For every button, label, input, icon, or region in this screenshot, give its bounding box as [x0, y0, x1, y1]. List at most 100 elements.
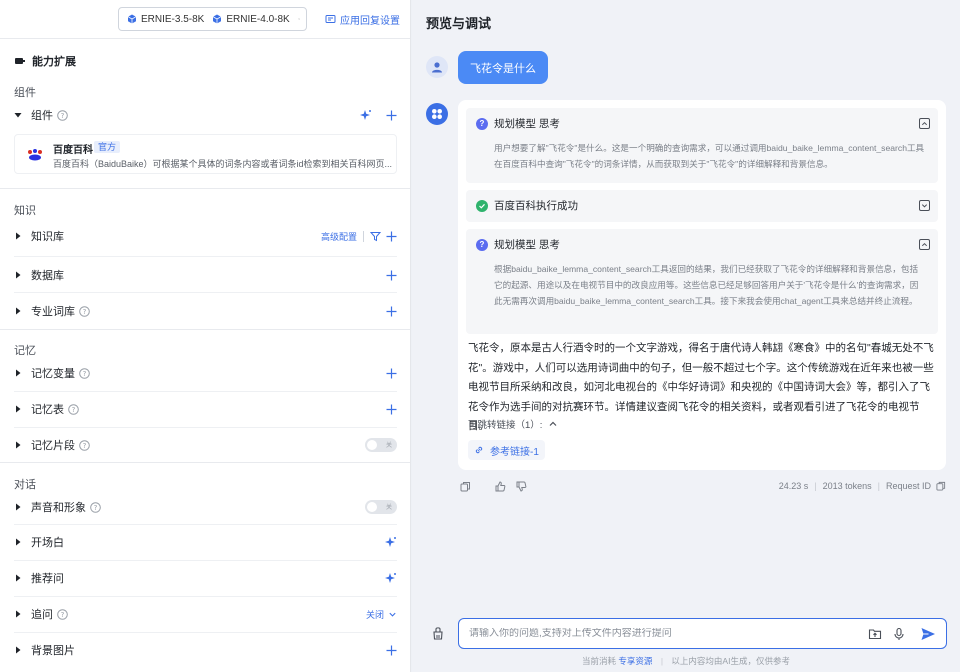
caret-right-icon — [16, 307, 21, 315]
row-memory-snippets[interactable]: 记忆片段 ? 关 — [14, 435, 397, 455]
reference-link-label: 参考链接-1 — [490, 446, 539, 458]
help-icon[interactable]: ? — [57, 608, 68, 620]
help-icon[interactable]: ? — [79, 367, 90, 379]
token-count: 2013 tokens — [822, 481, 872, 491]
user-message-bubble: 飞花令是什么 — [458, 51, 548, 84]
sparkle-icon[interactable] — [385, 572, 397, 584]
row-glossary[interactable]: 专业词库 ? — [14, 301, 397, 321]
official-badge: 官方 — [94, 141, 121, 153]
row-knowledge-base[interactable]: 知识库 高级配置 — [14, 226, 397, 246]
reply-settings-label: 应用回复设置 — [340, 16, 400, 27]
copy-icon[interactable] — [936, 481, 946, 491]
filter-icon[interactable] — [370, 231, 381, 242]
row-suggestions[interactable]: 推荐问 — [14, 568, 397, 588]
row-database[interactable]: 数据库 — [14, 265, 397, 285]
row-follow-up[interactable]: 追问 ? 关闭 — [14, 604, 397, 624]
top-bar: ERNIE-3.5-8K ERNIE-4.0-8K 应用回复设置 — [0, 0, 410, 38]
row-label: 知识库 — [31, 231, 64, 243]
advanced-config-link[interactable]: 高级配置 — [321, 230, 357, 243]
section-title: 能力扩展 — [32, 56, 76, 68]
caret-right-icon — [16, 503, 21, 511]
collapse-button[interactable] — [919, 239, 930, 250]
chevron-up-icon — [921, 242, 928, 247]
row-memory-vars[interactable]: 记忆变量 ? — [14, 363, 397, 383]
chevron-down-icon — [921, 204, 928, 208]
model-option-ernie-4-0: ERNIE-4.0-8K — [212, 14, 290, 25]
plus-icon[interactable] — [386, 110, 397, 121]
caret-right-icon — [16, 441, 21, 449]
chevron-down-icon — [298, 18, 300, 20]
plus-icon[interactable] — [386, 645, 397, 656]
chat-input[interactable] — [469, 628, 858, 639]
voice-avatar-toggle[interactable]: 关 — [365, 500, 397, 514]
request-id-label: Request ID — [885, 481, 931, 491]
collapse-button[interactable] — [919, 118, 930, 129]
caret-right-icon — [16, 232, 21, 240]
divider — [14, 256, 397, 257]
row-label: 背景图片 — [31, 645, 75, 657]
memory-snippets-toggle[interactable]: 关 — [365, 438, 397, 452]
reply-settings-link[interactable]: 应用回复设置 — [325, 12, 400, 27]
plugin-card-baidubaike[interactable]: 百度百科 官方 百度百科（BaiduBaike）可根据某个具体的词条内容或者词条… — [14, 134, 397, 174]
thought-body: 根据baidu_baike_lemma_content_search工具返回的结… — [494, 264, 919, 306]
thumbs-up-icon[interactable] — [495, 480, 506, 492]
divider — [363, 230, 364, 242]
expand-button[interactable] — [919, 200, 930, 211]
divider — [14, 391, 397, 392]
chat-input-box[interactable] — [458, 618, 947, 649]
caret-right-icon — [16, 405, 21, 413]
plus-icon[interactable] — [386, 270, 397, 281]
toggle-label: 关 — [385, 443, 392, 449]
divider — [0, 462, 410, 463]
divider — [0, 329, 410, 330]
reference-link-1[interactable]: 参考链接-1 — [468, 440, 545, 460]
separator: | — [877, 481, 880, 491]
row-label: 记忆片段 — [31, 440, 75, 452]
row-background-image[interactable]: 背景图片 — [14, 640, 397, 660]
divider — [14, 632, 397, 633]
help-icon[interactable]: ? — [79, 305, 90, 317]
preview-title: 预览与调试 — [426, 16, 492, 31]
send-icon[interactable] — [920, 626, 936, 642]
row-opening[interactable]: 开场白 — [14, 532, 397, 552]
model-label: ERNIE-3.5-8K — [141, 13, 205, 25]
plus-icon[interactable] — [386, 404, 397, 415]
microphone-icon[interactable] — [892, 627, 906, 641]
plugin-name: 百度百科 — [53, 145, 93, 156]
upload-file-icon[interactable] — [868, 627, 882, 641]
dedicated-resource-link[interactable]: 专享资源 — [618, 656, 652, 666]
follow-up-state[interactable]: 关闭 — [366, 608, 384, 621]
plus-icon[interactable] — [386, 306, 397, 317]
chevron-down-icon[interactable] — [388, 610, 397, 619]
sparkle-icon[interactable] — [385, 536, 397, 548]
caret-right-icon — [16, 646, 21, 654]
jump-links-toggle[interactable]: 可跳转链接（1）: — [468, 417, 558, 431]
row-voice-avatar[interactable]: 声音和形象 ? 关 — [14, 497, 397, 517]
thought-body: 用户想要了解"飞花令"是什么。这是一个明确的查询需求，可以通过调用baidu_b… — [494, 143, 925, 169]
row-memory-table[interactable]: 记忆表 ? — [14, 399, 397, 419]
thumbs-down-icon[interactable] — [516, 481, 527, 492]
row-label: 数据库 — [31, 270, 64, 282]
user-icon — [432, 62, 442, 73]
help-icon[interactable]: ? — [68, 403, 79, 415]
row-components[interactable]: 组件 ? — [14, 105, 397, 125]
help-icon[interactable]: ? — [57, 109, 68, 121]
bot-avatar — [426, 103, 448, 125]
link-icon — [475, 446, 483, 454]
svg-text:?: ? — [72, 406, 76, 414]
sparkle-icon[interactable] — [360, 109, 372, 121]
baidu-logo-icon — [28, 149, 42, 161]
plus-icon[interactable] — [386, 231, 397, 242]
help-icon[interactable]: ? — [90, 501, 101, 513]
plus-icon[interactable] — [386, 368, 397, 379]
row-label: 推荐问 — [31, 573, 64, 585]
copy-icon[interactable] — [460, 481, 471, 492]
svg-text:?: ? — [61, 611, 65, 619]
model-option-ernie-3-5: ERNIE-3.5-8K — [127, 14, 204, 25]
group-label-memory: 记忆 — [14, 345, 36, 357]
model-selector[interactable]: ERNIE-3.5-8K ERNIE-4.0-8K — [118, 7, 307, 31]
thought-header: ? 规划模型 思考 — [476, 116, 560, 131]
broom-icon[interactable] — [430, 625, 446, 641]
tool-result-text: 百度百科执行成功 — [494, 200, 578, 212]
help-icon[interactable]: ? — [79, 439, 90, 451]
